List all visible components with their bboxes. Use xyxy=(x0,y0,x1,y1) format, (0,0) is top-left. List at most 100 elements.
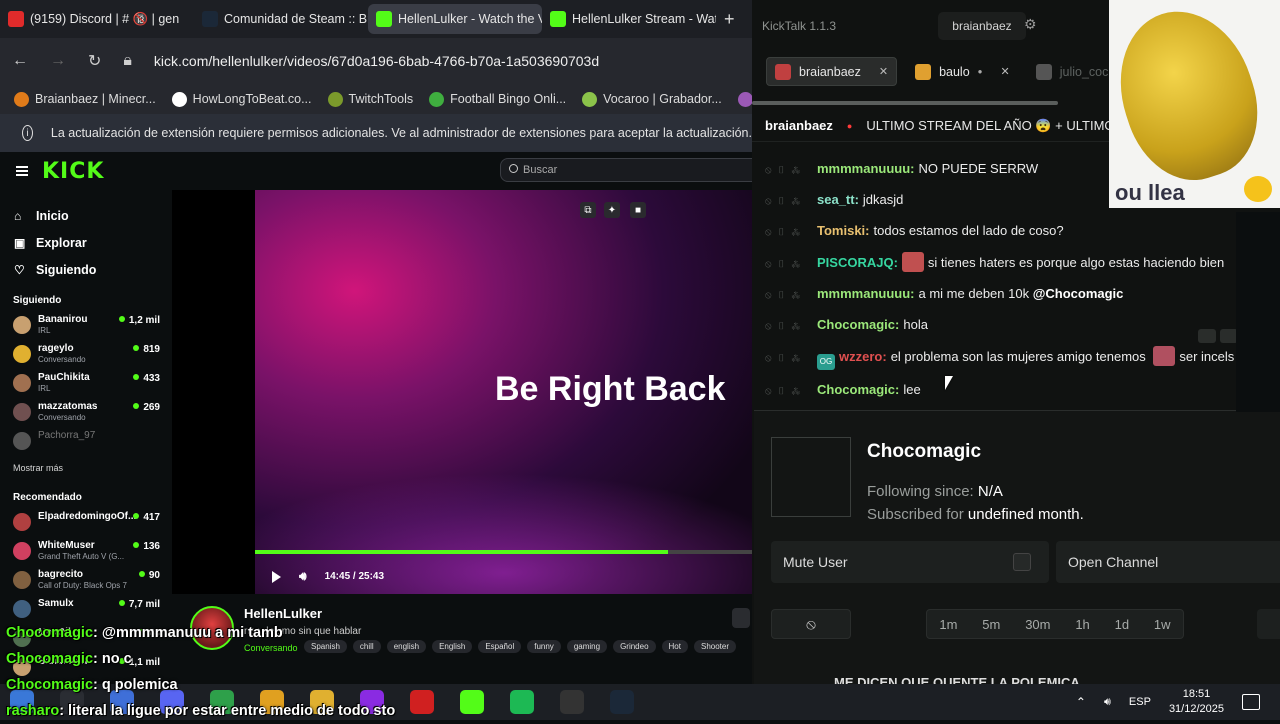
chat-message[interactable]: ⦸▯⁂ Tomiski: todos estamos del lado de cos… xyxy=(752,216,1280,247)
mod-actions-icon[interactable]: ⦸▯⁂ xyxy=(765,317,817,336)
tabs-scrollbar[interactable] xyxy=(752,101,1058,105)
stream-tag[interactable]: Hot xyxy=(661,640,688,653)
chat-message[interactable]: ⦸▯⁂ mmmmanuuuu: a mi me deben 10k @Chocoma… xyxy=(752,279,1280,310)
chat-tab[interactable]: braianbaez ✕ xyxy=(766,57,898,86)
timeout-1m-button[interactable]: 1m xyxy=(939,617,957,632)
channel-item[interactable]: Pachorra_97 xyxy=(0,427,170,456)
clock[interactable]: 18:51 31/12/2025 xyxy=(1169,687,1224,717)
bookmark[interactable]: TwitchTools xyxy=(327,91,413,107)
nav-item-siguiendo[interactable]: ♡ Siguiendo xyxy=(0,256,170,283)
streamer-name[interactable]: HellenLulker xyxy=(244,606,322,621)
video-player[interactable]: Be Right Back ⧉ ✦ ■ 🔊︎ 14:45 / 25:43 xyxy=(172,190,752,594)
open-channel-button[interactable]: Open Channel xyxy=(1056,541,1280,583)
mod-actions-icon[interactable]: ⦸▯⁂ xyxy=(765,192,817,211)
mute-user-button[interactable]: Mute User xyxy=(771,541,1049,583)
reload-icon[interactable]: ↻ xyxy=(88,51,101,71)
chat-username[interactable]: wzzero xyxy=(839,349,882,364)
channel-item[interactable]: PauChikita IRL 433 xyxy=(0,369,170,398)
chat-mention[interactable]: @Chocomagic xyxy=(1033,286,1124,301)
bell-icon[interactable] xyxy=(732,608,750,628)
chat-message[interactable]: ⦸▯⁂ OG wzzero: el problema son las mujeres … xyxy=(752,329,1280,375)
show-more-link[interactable]: Mostrar más xyxy=(0,456,170,480)
timeout-30m-button[interactable]: 30m xyxy=(1025,617,1050,632)
steam-icon[interactable] xyxy=(610,690,634,714)
browser-tab[interactable]: Comunidad de Steam :: Br xyxy=(194,4,368,34)
gear-icon[interactable]: ⚙ xyxy=(1024,16,1037,33)
notification-icon[interactable] xyxy=(1242,694,1260,710)
spotify-icon[interactable] xyxy=(510,690,534,714)
chat-username[interactable]: mmmmanuuuu xyxy=(817,161,910,176)
forward-icon[interactable]: → xyxy=(50,52,66,70)
bookmark[interactable]: Vocaroo | Grabador... xyxy=(582,91,722,107)
timeout-1h-button[interactable]: 1h xyxy=(1075,617,1089,632)
channel-item[interactable]: Bananirou IRL 1,2 mil xyxy=(0,311,170,340)
chat-message[interactable]: ⦸▯⁂ Chocomagic: lee xyxy=(752,375,1280,406)
stream-tag[interactable]: gaming xyxy=(566,640,608,653)
mod-actions-icon[interactable]: ⦸▯⁂ xyxy=(765,255,817,274)
lock-icon[interactable]: 🔒︎ xyxy=(123,52,132,70)
mod-actions-icon[interactable]: ⦸▯⁂ xyxy=(765,382,817,401)
mod-actions-icon[interactable]: ⦸▯⁂ xyxy=(765,161,817,180)
pin-icon[interactable] xyxy=(1198,329,1216,343)
channel-item[interactable]: WhiteMuser Grand Theft Auto V (G... 136 xyxy=(0,537,170,566)
browser-tab[interactable]: (9159) Discord | # 🔞 | gen xyxy=(0,4,194,34)
mod-actions-icon[interactable]: ⦸▯⁂ xyxy=(765,349,817,368)
channel-item[interactable]: rageylo Conversando 819 xyxy=(0,340,170,369)
chat-username[interactable]: mmmmanuuuu xyxy=(817,286,910,301)
overlay-chat-line: Chocomagic: no c xyxy=(6,646,476,672)
url-input[interactable]: kick.com/hellenlulker/videos/67d0a196-6b… xyxy=(154,53,599,69)
close-icon[interactable]: ✕ xyxy=(1001,65,1010,78)
timeout-5m-button[interactable]: 5m xyxy=(982,617,1000,632)
stream-tag[interactable]: Grindeo xyxy=(613,640,656,653)
video-frame[interactable]: Be Right Back xyxy=(255,190,752,594)
volume-icon[interactable]: 🔊︎ xyxy=(299,569,307,584)
close-icon[interactable]: ✕ xyxy=(879,65,888,78)
chat-tab[interactable]: julio_coci xyxy=(1028,57,1119,86)
kick-logo[interactable]: KICK xyxy=(42,159,104,184)
mute-checkbox[interactable] xyxy=(1013,553,1031,571)
channel-item[interactable]: ElpadredomingoOf... 417 xyxy=(0,508,170,537)
bookmark[interactable]: Football Bingo Onli... xyxy=(429,91,566,107)
chat-tab[interactable]: baulo ● ✕ xyxy=(907,57,1018,86)
back-icon[interactable]: ← xyxy=(12,52,28,70)
play-icon[interactable] xyxy=(272,570,281,583)
channel-name[interactable]: braianbaez xyxy=(765,118,833,133)
mod-actions-icon[interactable]: ⦸▯⁂ xyxy=(765,286,817,305)
copy-icon[interactable]: ⧉ xyxy=(580,202,596,218)
speaker-icon[interactable]: 🔊︎ xyxy=(1104,696,1111,709)
timeout-1d-button[interactable]: 1d xyxy=(1115,617,1129,632)
mod-actions-icon[interactable]: ⦸▯⁂ xyxy=(765,223,817,242)
chat-message[interactable]: ⦸▯⁂ PISCORAJQ: si tienes haters es porque … xyxy=(752,247,1280,279)
chat-username[interactable]: Chocomagic xyxy=(817,317,895,332)
channel-item[interactable]: bagrecito Call of Duty: Black Ops 7 90 xyxy=(0,566,170,595)
bookmark[interactable]: HowLongToBeat.co... xyxy=(171,91,312,107)
nav-item-inicio[interactable]: ⌂ Inicio xyxy=(0,202,170,229)
menu-icon[interactable] xyxy=(16,166,28,176)
progress-bar[interactable] xyxy=(255,550,752,554)
browser-tab[interactable]: HellenLulker Stream - Wat xyxy=(542,4,716,34)
stream-tag[interactable]: Shooter xyxy=(693,640,737,653)
stream-tag[interactable]: Español xyxy=(478,640,522,653)
bookmark[interactable]: Braianbaez | Minecr... xyxy=(14,91,156,107)
chat-username[interactable]: Tomiski xyxy=(817,223,865,238)
chat-username[interactable]: Chocomagic xyxy=(817,382,895,397)
chat-username[interactable]: sea_tt xyxy=(817,192,855,207)
stop-icon[interactable]: ■ xyxy=(630,202,646,218)
nav-item-explorar[interactable]: ▣ Explorar xyxy=(0,229,170,256)
channel-item[interactable]: mazzatomas Conversando 269 xyxy=(0,398,170,427)
stream-tag[interactable]: funny xyxy=(527,640,561,653)
language-indicator[interactable]: ESP xyxy=(1129,696,1151,708)
chevron-up-icon[interactable]: ⌃ xyxy=(1076,695,1086,709)
sparkle-icon[interactable]: ✦ xyxy=(604,202,620,218)
search-input[interactable]: Buscar xyxy=(500,158,752,182)
avatar xyxy=(13,345,31,363)
new-tab-button[interactable]: + xyxy=(724,9,735,30)
obs-icon[interactable] xyxy=(560,690,584,714)
ban-button[interactable]: ⦸ xyxy=(771,609,851,639)
chat-username[interactable]: PISCORAJQ xyxy=(817,255,894,270)
user-button[interactable]: braianbaez xyxy=(938,12,1026,40)
timeout-1w-button[interactable]: 1w xyxy=(1154,617,1171,632)
browser-tab[interactable]: HellenLulker - Watch the V✕ xyxy=(368,4,542,34)
bookmark[interactable]: Rat xyxy=(737,91,752,107)
more-button[interactable] xyxy=(1257,609,1280,639)
